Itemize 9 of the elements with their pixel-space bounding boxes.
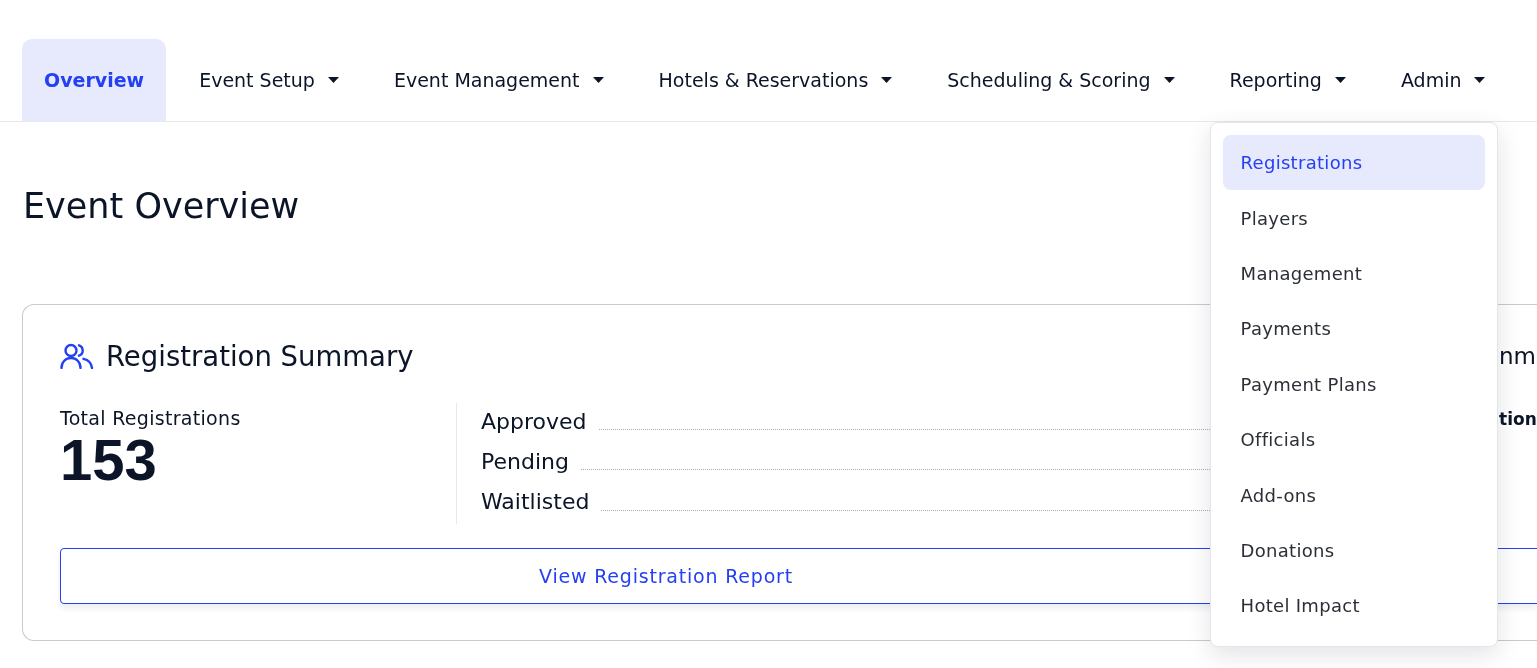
stat-label: Total Registrations [60,407,241,429]
stat-value: 153 [60,429,157,491]
card-title: Registration Summary [106,340,414,372]
stat-label: tion [1499,409,1537,429]
status-label: Waitlisted [481,489,590,515]
page-title: Event Overview [23,185,300,228]
status-label: Pending [481,448,569,474]
status-label: Approved [481,408,587,434]
section-title: nm [1499,342,1536,371]
